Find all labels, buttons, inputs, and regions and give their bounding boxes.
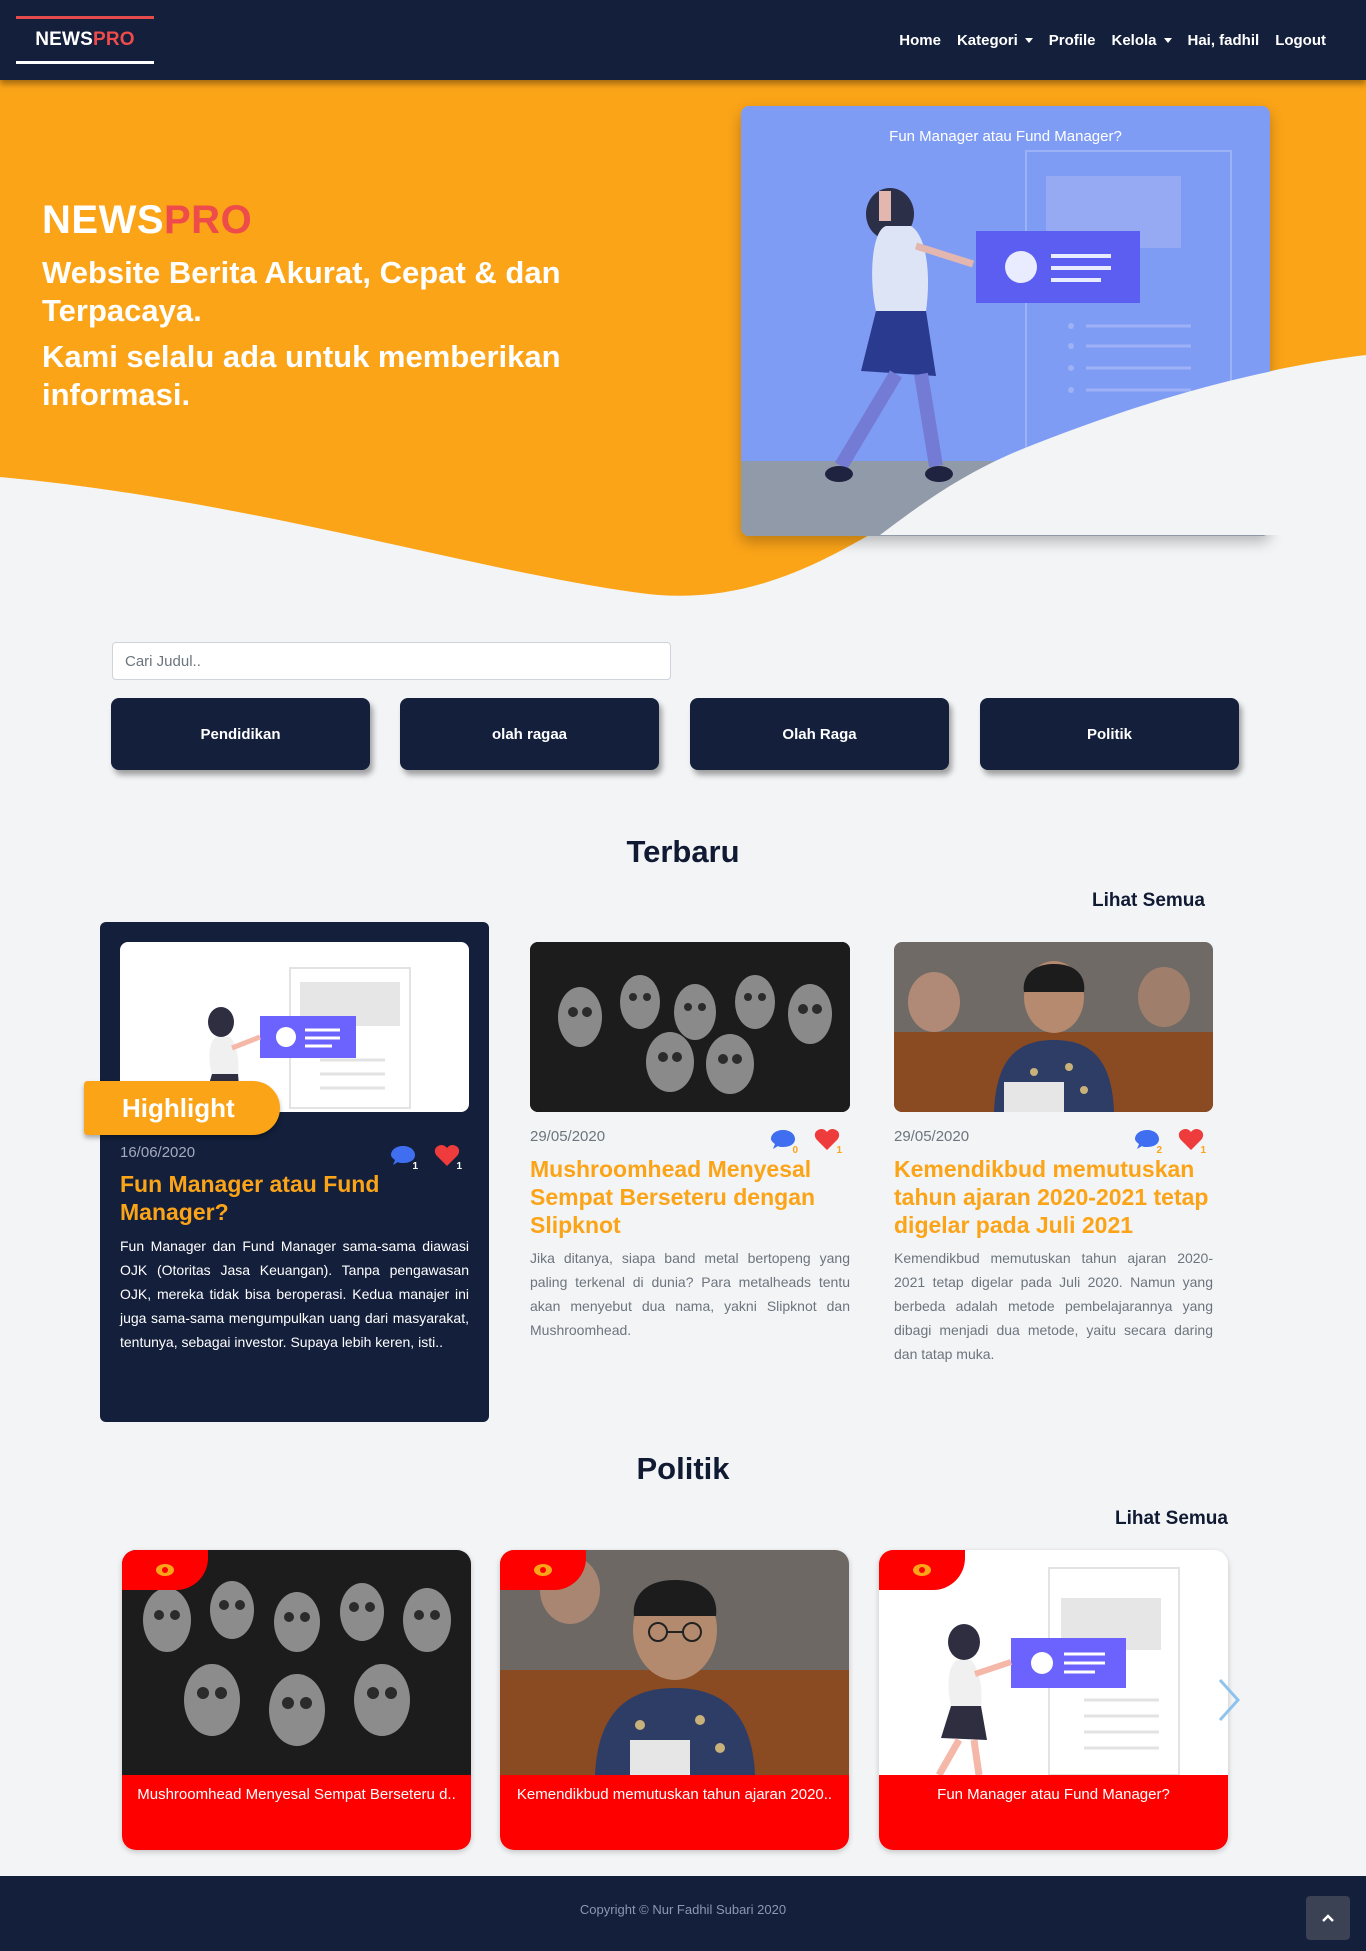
- post-reactions: 2 1: [1134, 1128, 1208, 1156]
- minister-photo: [894, 942, 1213, 1112]
- nav-home-label: Home: [899, 31, 941, 49]
- post-excerpt: Jika ditanya, siapa band metal bertopeng…: [530, 1250, 850, 1338]
- category-button-pendidikan[interactable]: Pendidikan: [111, 698, 370, 770]
- post-title[interactable]: Kemendikbud memutuskan tahun ajaran 2020…: [894, 1155, 1214, 1239]
- nav-kategori-label: Kategori: [956, 31, 1018, 49]
- see-all-terbaru-link[interactable]: Lihat Semua: [1092, 890, 1205, 912]
- hero-slide-title: Fun Manager atau Fund Manager?: [889, 128, 1122, 145]
- hero-tagline-1: Website Berita Akurat, Cepat & dan Terpa…: [42, 255, 561, 328]
- category-button-olah-ragaa[interactable]: olah ragaa: [400, 698, 659, 770]
- hero-brand-pro: PRO: [164, 198, 253, 242]
- nav-user-greeting[interactable]: Hai, fadhil: [1188, 32, 1260, 49]
- post-excerpt: Fun Manager dan Fund Manager sama-sama d…: [120, 1238, 469, 1350]
- comment-button[interactable]: 0: [770, 1128, 800, 1156]
- hero-brand-news: NEWS: [42, 198, 164, 242]
- hero-featured-slide[interactable]: Fun Manager atau Fund Manager?: [741, 106, 1270, 536]
- post-date: 16/06/2020: [120, 1144, 196, 1161]
- politik-card[interactable]: Fun Manager atau Fund Manager?: [879, 1550, 1228, 1850]
- card-caption: Kemendikbud memutuskan tahun ajaran 2020…: [500, 1775, 849, 1850]
- politik-card[interactable]: Kemendikbud memutuskan tahun ajaran 2020…: [500, 1550, 849, 1850]
- brand-logo[interactable]: NEWS PRO: [16, 16, 154, 64]
- brand-part-pro: PRO: [93, 29, 135, 50]
- chevron-right-icon[interactable]: [1214, 1676, 1244, 1724]
- post-thumbnail-3[interactable]: [894, 942, 1213, 1112]
- nav-home[interactable]: Home: [899, 32, 941, 49]
- nav-kelola-dropdown[interactable]: Kelola: [1111, 31, 1172, 49]
- hero-brand: NEWSPRO: [42, 198, 252, 243]
- post-excerpt: Kemendikbud memutuskan tahun ajaran 2020…: [894, 1250, 1213, 1362]
- masked-band-photo: [530, 942, 850, 1112]
- comment-button[interactable]: 2: [1134, 1128, 1164, 1156]
- comment-button[interactable]: 1: [390, 1144, 420, 1172]
- post-title[interactable]: Mushroomhead Menyesal Sempat Berseteru d…: [530, 1155, 850, 1239]
- chevron-up-icon: [1322, 1914, 1334, 1922]
- eye-icon: [156, 1564, 174, 1576]
- nav-logout-label: Logout: [1275, 31, 1326, 49]
- hero-tagline-2: Kami selalu ada untuk memberikan informa…: [42, 339, 561, 412]
- section-title-politik: Politik: [636, 1451, 730, 1486]
- politik-card[interactable]: Mushroomhead Menyesal Sempat Berseteru d…: [122, 1550, 471, 1850]
- post-reactions: 1 1: [390, 1144, 464, 1172]
- scroll-to-top-button[interactable]: [1306, 1896, 1350, 1940]
- category-button-politik[interactable]: Politik: [980, 698, 1239, 770]
- nav-profile-label: Profile: [1048, 31, 1096, 49]
- hero-section: NEWSPRO Website Berita Akurat, Cepat & d…: [0, 80, 1366, 620]
- woman-card-illustration: [741, 150, 1270, 536]
- nav-kategori-dropdown[interactable]: Kategori: [957, 32, 1033, 49]
- brand-part-news: NEWS: [35, 29, 94, 50]
- category-button-olah-raga[interactable]: Olah Raga: [690, 698, 949, 770]
- navbar: NEWS PRO Home Kategori Profile Kelola Hai…: [0, 0, 1366, 80]
- post-date: 29/05/2020: [530, 1128, 606, 1145]
- post-title[interactable]: Fun Manager atau Fund Manager?: [120, 1170, 460, 1226]
- card-caption: Fun Manager atau Fund Manager?: [879, 1775, 1228, 1850]
- footer-copyright: Copyright © Nur Fadhil Subari 2020: [579, 1902, 787, 1917]
- nav-logout[interactable]: Logout: [1275, 32, 1326, 49]
- caret-down-icon: [1163, 37, 1172, 43]
- post-date: 29/05/2020: [894, 1128, 970, 1145]
- eye-icon: [913, 1564, 931, 1576]
- caret-down-icon: [1024, 37, 1033, 43]
- see-all-politik-link[interactable]: Lihat Semua: [1115, 1508, 1228, 1530]
- highlight-badge: Highlight: [84, 1081, 280, 1135]
- nav-links: Home Kategori Profile Kelola Hai, fadhil…: [899, 0, 1326, 80]
- nav-profile[interactable]: Profile: [1049, 32, 1096, 49]
- like-button[interactable]: 1: [1178, 1128, 1208, 1156]
- like-button[interactable]: 1: [434, 1144, 464, 1172]
- eye-icon: [534, 1564, 552, 1576]
- search-input[interactable]: [112, 642, 671, 680]
- post-thumbnail-2[interactable]: [530, 942, 850, 1112]
- footer: Copyright © Nur Fadhil Subari 2020: [0, 1876, 1366, 1951]
- section-title-terbaru: Terbaru: [626, 834, 740, 869]
- nav-kelola-label: Kelola: [1111, 31, 1157, 49]
- post-reactions: 0 1: [770, 1128, 844, 1156]
- nav-user-label: Hai, fadhil: [1187, 31, 1260, 49]
- like-button[interactable]: 1: [814, 1128, 844, 1156]
- card-caption: Mushroomhead Menyesal Sempat Berseteru d…: [122, 1775, 471, 1850]
